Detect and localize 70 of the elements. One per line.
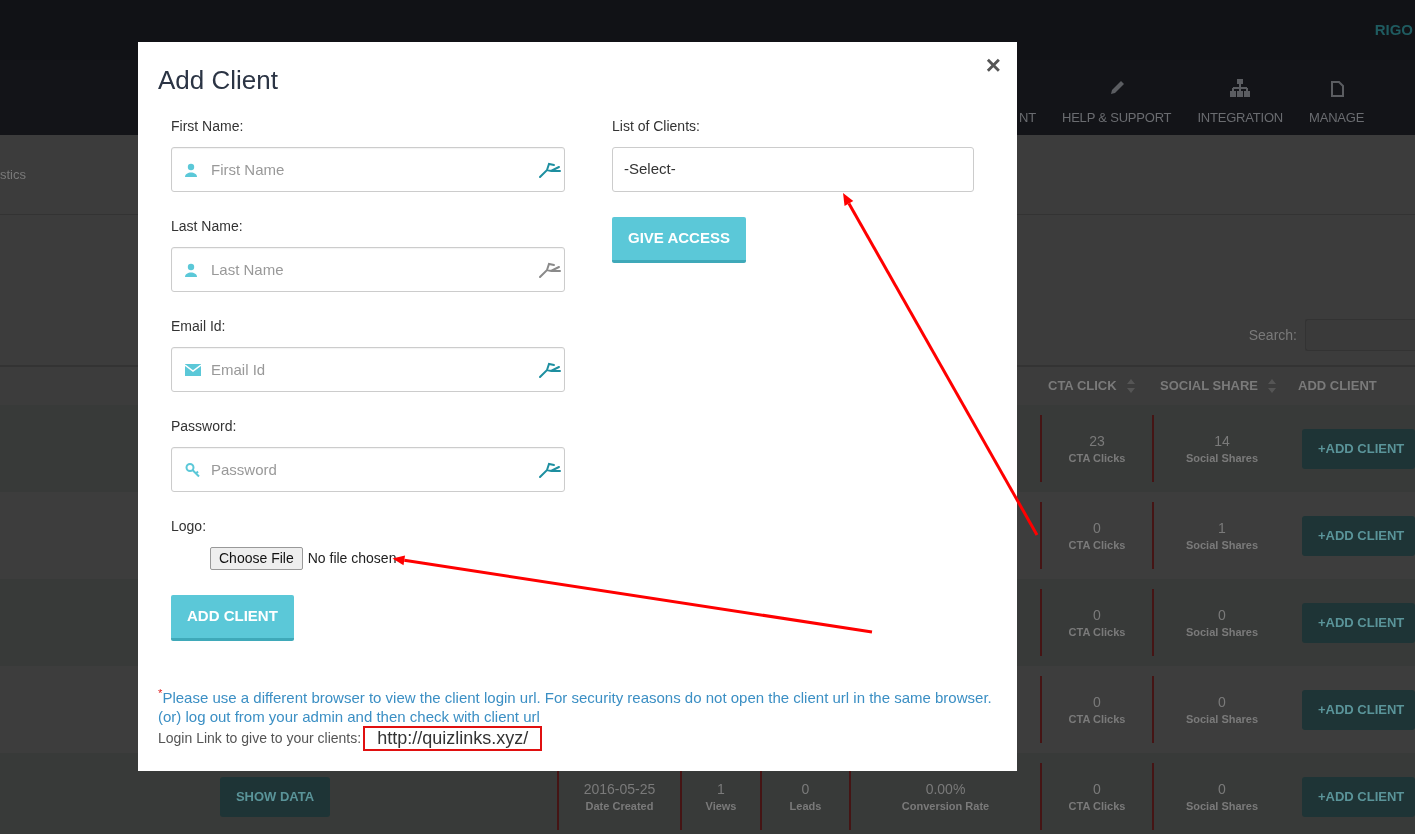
- text-field[interactable]: Password: [171, 447, 565, 492]
- sitemap-icon: [1229, 78, 1252, 98]
- note-text: (or) log out from your admin and then check with client url: [158, 707, 541, 726]
- column-header[interactable]: SOCIAL SHARE: [1160, 376, 1258, 396]
- stat-value: 1: [1218, 518, 1226, 537]
- stat-label: CTA Clicks: [1068, 450, 1126, 466]
- document-icon: [1329, 78, 1344, 98]
- field-label: List of Clients:: [612, 117, 701, 135]
- stat-value: 0: [1093, 518, 1101, 537]
- stat-value: 0: [1093, 605, 1101, 624]
- stat-label: Views: [705, 798, 737, 814]
- user-icon: [185, 162, 197, 177]
- stat-label: Conversion Rate: [901, 798, 990, 814]
- nav-item[interactable]: HELP & SUPPORT: [1061, 110, 1172, 126]
- stat-value: 0: [1218, 692, 1226, 711]
- stat-label: CTA Clicks: [1068, 537, 1126, 553]
- field-label: Logo:: [171, 517, 208, 535]
- field-label: First Name:: [171, 117, 245, 135]
- stat-value: 14: [1214, 431, 1230, 450]
- add-clients-button[interactable]: +ADD CLIENT: [1302, 515, 1415, 556]
- stat-label: Social Shares: [1185, 711, 1259, 727]
- file-status: No file chosen: [307, 549, 397, 568]
- text-field[interactable]: Last Name: [171, 247, 565, 292]
- field-label: Last Name:: [171, 217, 244, 235]
- key-icon: [185, 462, 200, 477]
- stat-value: 0: [1093, 692, 1101, 711]
- login-link-label: Login Link to give to your clients:: [158, 729, 362, 748]
- breadcrumb-text: stics: [0, 165, 26, 184]
- add-clients-button[interactable]: +ADD CLIENT: [1302, 689, 1415, 730]
- dialog-title: Add Client: [158, 64, 279, 96]
- text-field[interactable]: First Name: [171, 147, 565, 192]
- stat-label: Social Shares: [1185, 624, 1259, 640]
- user-icon: [185, 262, 197, 277]
- stat-value: 0: [801, 779, 810, 798]
- search-label: Search:: [1248, 326, 1297, 345]
- login-link[interactable]: http://quizlinks.xyz/: [363, 726, 543, 751]
- field-label: Password:: [171, 417, 238, 435]
- nav-item[interactable]: NT: [1019, 110, 1036, 126]
- stat-value: 0.00%: [925, 779, 966, 798]
- stat-label: Leads: [789, 798, 822, 814]
- stat-label: Social Shares: [1185, 537, 1259, 553]
- close-button[interactable]: ×: [985, 52, 1001, 78]
- add-client-button[interactable]: ADD CLIENT: [171, 595, 294, 641]
- user-name[interactable]: RIGO: [1374, 18, 1413, 42]
- stat-value: 2016-05-25: [583, 779, 656, 798]
- stat-label: Social Shares: [1185, 798, 1259, 814]
- add-clients-button[interactable]: +ADD CLIENT: [1302, 602, 1415, 643]
- stat-label: CTA Clicks: [1068, 711, 1126, 727]
- stat-value: 0: [1218, 779, 1226, 798]
- stat-label: Social Shares: [1185, 450, 1259, 466]
- column-header[interactable]: ADD CLIENT: [1298, 376, 1377, 396]
- choose-file-button[interactable]: Choose File: [210, 547, 303, 570]
- note-text: $^{*}$Please use a different browser to view the client login url. For security reasons do not open the client url in the same browser.: [158, 688, 993, 707]
- give-access-button[interactable]: GIVE ACCESS: [612, 217, 746, 263]
- stat-label: Date Created: [585, 798, 654, 814]
- stat-value: 23: [1089, 431, 1105, 450]
- stat-label: CTA Clicks: [1068, 798, 1126, 814]
- stat-value: 1: [717, 779, 725, 798]
- show-data-button[interactable]: SHOW DATA: [220, 776, 330, 817]
- stat-value: 0: [1093, 779, 1101, 798]
- clients-select[interactable]: -Select-: [612, 147, 974, 192]
- nav-item[interactable]: MANAGE: [1309, 110, 1365, 126]
- text-field[interactable]: Email Id: [171, 347, 565, 392]
- field-label: Email Id:: [171, 317, 227, 335]
- nav-item[interactable]: INTEGRATION: [1197, 110, 1284, 126]
- add-clients-button[interactable]: +ADD CLIENT: [1302, 428, 1415, 469]
- stat-label: CTA Clicks: [1068, 624, 1126, 640]
- stat-value: 0: [1218, 605, 1226, 624]
- add-clients-button[interactable]: +ADD CLIENT: [1302, 776, 1415, 817]
- column-header[interactable]: CTA CLICK: [1048, 376, 1117, 396]
